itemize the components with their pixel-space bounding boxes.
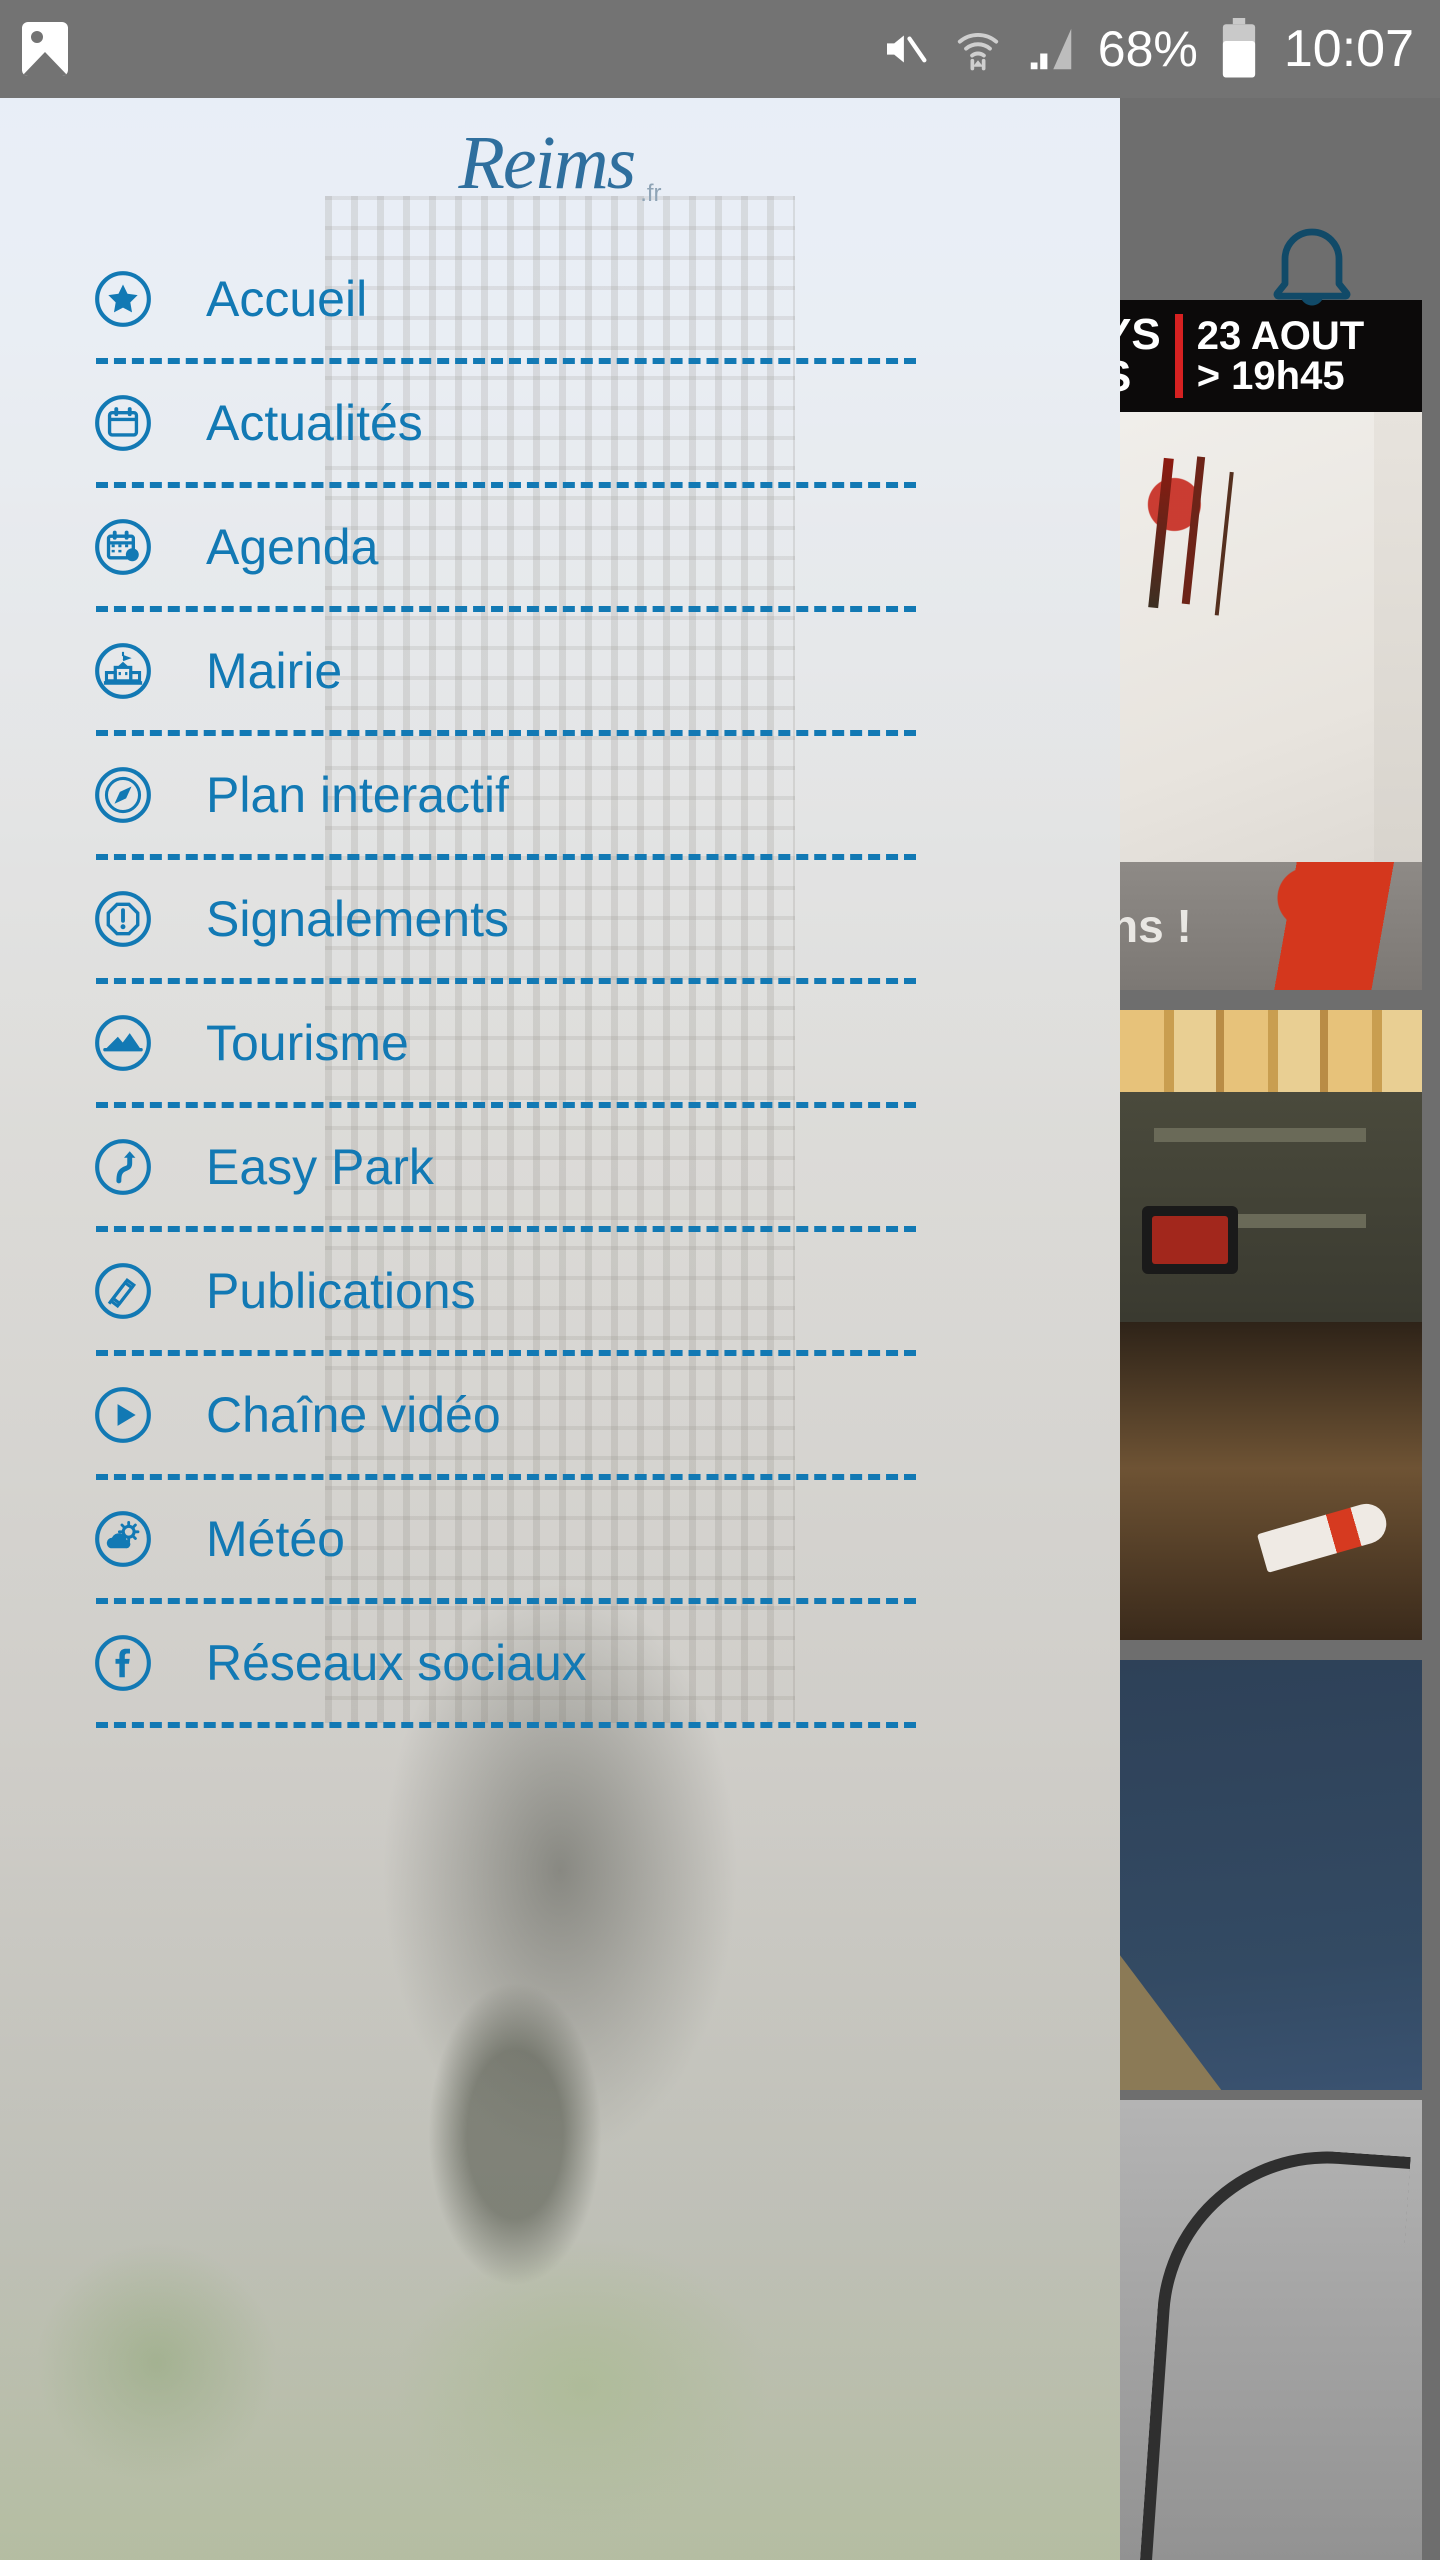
brand-suffix: .fr bbox=[640, 180, 662, 207]
menu-label: Agenda bbox=[206, 519, 379, 575]
menu-item-accueil[interactable]: Accueil bbox=[0, 240, 1120, 358]
road-arrow-circle-icon bbox=[95, 1139, 151, 1195]
warning-octagon-circle-icon bbox=[95, 891, 151, 947]
menu-label: Publications bbox=[206, 1263, 476, 1319]
phone-screen: YS S 23 AOUT > 19h45 ns ! bbox=[0, 0, 1440, 2560]
event-poster-card[interactable]: YS S 23 AOUT > 19h45 ns ! bbox=[1120, 300, 1422, 990]
poster-left-text: YS S bbox=[1120, 310, 1161, 399]
menu-item-tourisme[interactable]: Tourisme bbox=[0, 984, 1120, 1102]
menu-label: Accueil bbox=[206, 271, 368, 327]
shop-sign bbox=[1142, 1206, 1238, 1274]
sun-cloud-circle-icon bbox=[95, 1511, 151, 1567]
wifi-icon bbox=[957, 33, 998, 71]
calendar-clock-circle-icon bbox=[95, 519, 151, 575]
menu-label: Plan interactif bbox=[206, 767, 509, 823]
compass-circle-icon bbox=[95, 767, 151, 823]
menu-label: Tourisme bbox=[206, 1015, 409, 1071]
facebook-circle-icon bbox=[95, 1635, 151, 1691]
notification-bell-button[interactable] bbox=[1252, 208, 1372, 328]
battery-percentage: 68% bbox=[1097, 21, 1198, 77]
books-circle-icon bbox=[95, 1263, 151, 1319]
app-logo: Reims .fr bbox=[0, 98, 1120, 218]
menu-label: Actualités bbox=[206, 395, 423, 451]
clock: 10:07 bbox=[1283, 20, 1414, 78]
shop-foreground bbox=[1120, 1322, 1422, 1640]
star-circle-icon bbox=[95, 271, 151, 327]
menu-item-plan-interactif[interactable]: Plan interactif bbox=[0, 736, 1120, 854]
lamppost-photo-card[interactable] bbox=[1120, 2100, 1422, 2560]
menu-divider bbox=[96, 1722, 916, 1728]
menu-label: Easy Park bbox=[206, 1139, 434, 1195]
bell-icon bbox=[1273, 228, 1351, 306]
menu-label: Réseaux sociaux bbox=[206, 1635, 587, 1691]
status-bar: 68% 10:07 bbox=[0, 0, 1440, 98]
menu-item-mairie[interactable]: Mairie bbox=[0, 612, 1120, 730]
menu-item-reseaux-sociaux[interactable]: Réseaux sociaux bbox=[0, 1604, 1120, 1722]
calendar-circle-icon bbox=[95, 395, 151, 451]
poster-date-time: 23 AOUT > 19h45 bbox=[1196, 314, 1365, 398]
menu-item-agenda[interactable]: Agenda bbox=[0, 488, 1120, 606]
menu-item-easy-park[interactable]: Easy Park bbox=[0, 1108, 1120, 1226]
menu-label: Chaîne vidéo bbox=[206, 1387, 501, 1443]
poster-footer: ns ! bbox=[1120, 862, 1422, 990]
battery-icon bbox=[1222, 18, 1255, 78]
image-gallery-icon bbox=[22, 22, 68, 76]
menu-item-meteo[interactable]: Météo bbox=[0, 1480, 1120, 1598]
town-hall-circle-icon bbox=[95, 643, 151, 699]
menu-item-chaine-video[interactable]: Chaîne vidéo bbox=[0, 1356, 1120, 1474]
menu-label: Signalements bbox=[206, 891, 509, 947]
navigation-drawer: Reims .fr Accueil Actualités Agenda Mair… bbox=[0, 98, 1120, 2560]
menu-label: Mairie bbox=[206, 643, 343, 699]
content-card-column: YS S 23 AOUT > 19h45 ns ! bbox=[1110, 98, 1440, 2560]
drawer-menu: Accueil Actualités Agenda Mairie Plan in… bbox=[0, 218, 1120, 1728]
menu-item-signalements[interactable]: Signalements bbox=[0, 860, 1120, 978]
play-circle-icon bbox=[95, 1387, 151, 1443]
cellular-signal-icon bbox=[1030, 28, 1072, 70]
brand-name: Reims bbox=[458, 121, 636, 205]
mountains-circle-icon bbox=[95, 1015, 151, 1071]
cathedral-photo-card[interactable] bbox=[1120, 1660, 1422, 2090]
menu-label: Météo bbox=[206, 1511, 345, 1567]
volume-mute-icon bbox=[886, 35, 927, 63]
menu-item-actualites[interactable]: Actualités bbox=[0, 364, 1120, 482]
poster-red-rule bbox=[1174, 314, 1183, 398]
shop-photo-card[interactable] bbox=[1120, 1010, 1422, 1640]
menu-item-publications[interactable]: Publications bbox=[0, 1232, 1120, 1350]
shop-shelf bbox=[1120, 1010, 1422, 1092]
